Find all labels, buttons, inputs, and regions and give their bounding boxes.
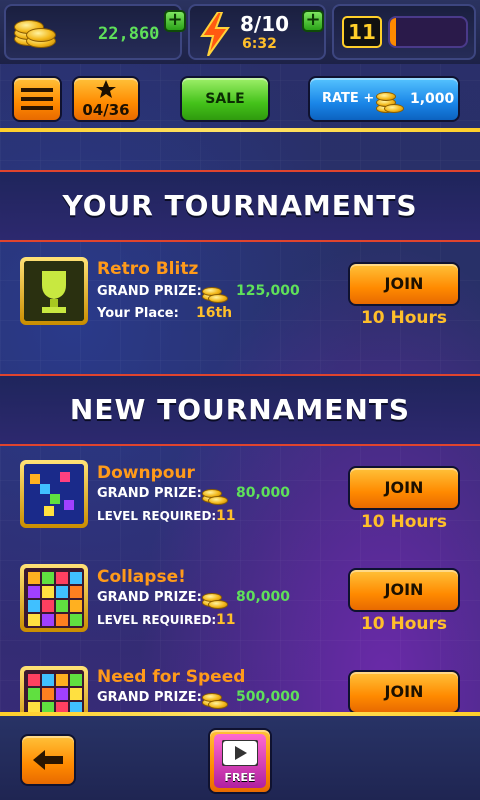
tournament-name: Collapse! xyxy=(97,567,186,587)
xp-progress-bar xyxy=(388,16,468,48)
join-button[interactable]: JOIN xyxy=(348,466,460,510)
blocks-icon xyxy=(24,464,84,524)
tournament-name: Need for Speed xyxy=(97,667,246,687)
energy-count: 8/10 xyxy=(240,12,290,36)
section-title: YOUR TOURNAMENTS xyxy=(62,189,418,222)
level-required-value: 11 xyxy=(216,508,236,524)
arrow-left-icon xyxy=(33,750,63,770)
free-video-button[interactable]: FREE xyxy=(208,728,272,794)
sale-button[interactable]: SALE xyxy=(180,76,270,122)
video-reward-icon: FREE xyxy=(214,734,266,788)
join-button[interactable]: JOIN xyxy=(348,670,460,714)
coins-count: 22,860 xyxy=(98,24,160,44)
grand-prize-value: 80,000 xyxy=(236,485,291,501)
tournament-row: Retro Blitz GRAND PRIZE: 125,000 Your Pl… xyxy=(0,242,480,342)
level-required-label: LEVEL REQUIRED: xyxy=(97,613,217,627)
coins-icon xyxy=(200,484,228,506)
grand-prize-value: 125,000 xyxy=(236,283,300,299)
coins-icon xyxy=(12,14,56,50)
tournament-name: Downpour xyxy=(97,463,195,483)
join-button[interactable]: JOIN xyxy=(348,262,460,306)
grand-prize-value: 500,000 xyxy=(236,689,300,705)
stars-progress: 04/36 xyxy=(82,101,130,119)
xp-progress-fill xyxy=(390,18,396,46)
coins-icon xyxy=(374,86,406,116)
grand-prize-label: GRAND PRIZE: xyxy=(97,284,202,299)
level-required-label: LEVEL REQUIRED: xyxy=(97,509,217,523)
level-required-value: 11 xyxy=(216,612,236,628)
your-place-label: Your Place: xyxy=(97,306,179,321)
section-title: NEW TOURNAMENTS xyxy=(69,393,411,426)
stars-button[interactable]: 04/36 xyxy=(72,76,140,122)
section-header: YOUR TOURNAMENTS xyxy=(0,170,480,242)
tournament-row: Collapse! GRAND PRIZE: 80,000 LEVEL REQU… xyxy=(0,548,480,648)
tournament-thumbnail xyxy=(20,460,88,528)
add-energy-button[interactable]: + xyxy=(302,10,324,32)
tournament-thumbnail xyxy=(20,564,88,632)
trophy-icon xyxy=(24,261,84,321)
rate-label: RATE + xyxy=(322,91,375,106)
section-header: NEW TOURNAMENTS xyxy=(0,374,480,446)
rate-button[interactable]: RATE + 1,000 xyxy=(308,76,460,122)
tournament-thumbnail xyxy=(20,257,88,325)
status-bar: 22,860 + 8/10 6:32 + 11 xyxy=(0,0,480,64)
coins-icon xyxy=(200,282,228,304)
lightning-icon xyxy=(200,12,230,56)
energy-panel: 8/10 6:32 + xyxy=(188,4,326,60)
tournament-row: Need for Speed GRAND PRIZE: 500,000 JOIN xyxy=(0,650,480,716)
level-panel: 11 xyxy=(332,4,476,60)
menu-button[interactable] xyxy=(12,76,62,122)
bottom-bar: FREE xyxy=(0,716,480,800)
join-button[interactable]: JOIN xyxy=(348,568,460,612)
blocks-icon xyxy=(24,670,84,716)
back-button[interactable] xyxy=(20,734,76,786)
hamburger-icon xyxy=(21,88,53,110)
coins-icon xyxy=(200,588,228,610)
level-number: 11 xyxy=(348,20,376,44)
divider-gold xyxy=(0,128,480,132)
play-icon xyxy=(222,740,258,766)
tournament-name: Retro Blitz xyxy=(97,259,199,279)
tournament-thumbnail xyxy=(20,666,88,716)
tournament-row: Downpour GRAND PRIZE: 80,000 LEVEL REQUI… xyxy=(0,446,480,546)
tournament-duration: 10 Hours xyxy=(360,512,448,532)
coins-panel: 22,860 + xyxy=(4,4,186,60)
grand-prize-label: GRAND PRIZE: xyxy=(97,690,202,705)
free-label: FREE xyxy=(224,771,256,784)
star-icon xyxy=(96,80,116,98)
grand-prize-label: GRAND PRIZE: xyxy=(97,486,202,501)
your-place-value: 16th xyxy=(196,305,233,321)
level-badge: 11 xyxy=(342,16,382,48)
rate-reward: 1,000 xyxy=(410,91,455,107)
blocks-icon xyxy=(24,568,84,628)
energy-timer: 6:32 xyxy=(242,36,277,52)
tournament-duration: 10 Hours xyxy=(360,614,448,634)
add-coins-button[interactable]: + xyxy=(164,10,186,32)
grand-prize-value: 80,000 xyxy=(236,589,291,605)
tournament-duration: 10 Hours xyxy=(360,308,448,328)
coins-icon xyxy=(200,688,228,710)
grand-prize-label: GRAND PRIZE: xyxy=(97,590,202,605)
